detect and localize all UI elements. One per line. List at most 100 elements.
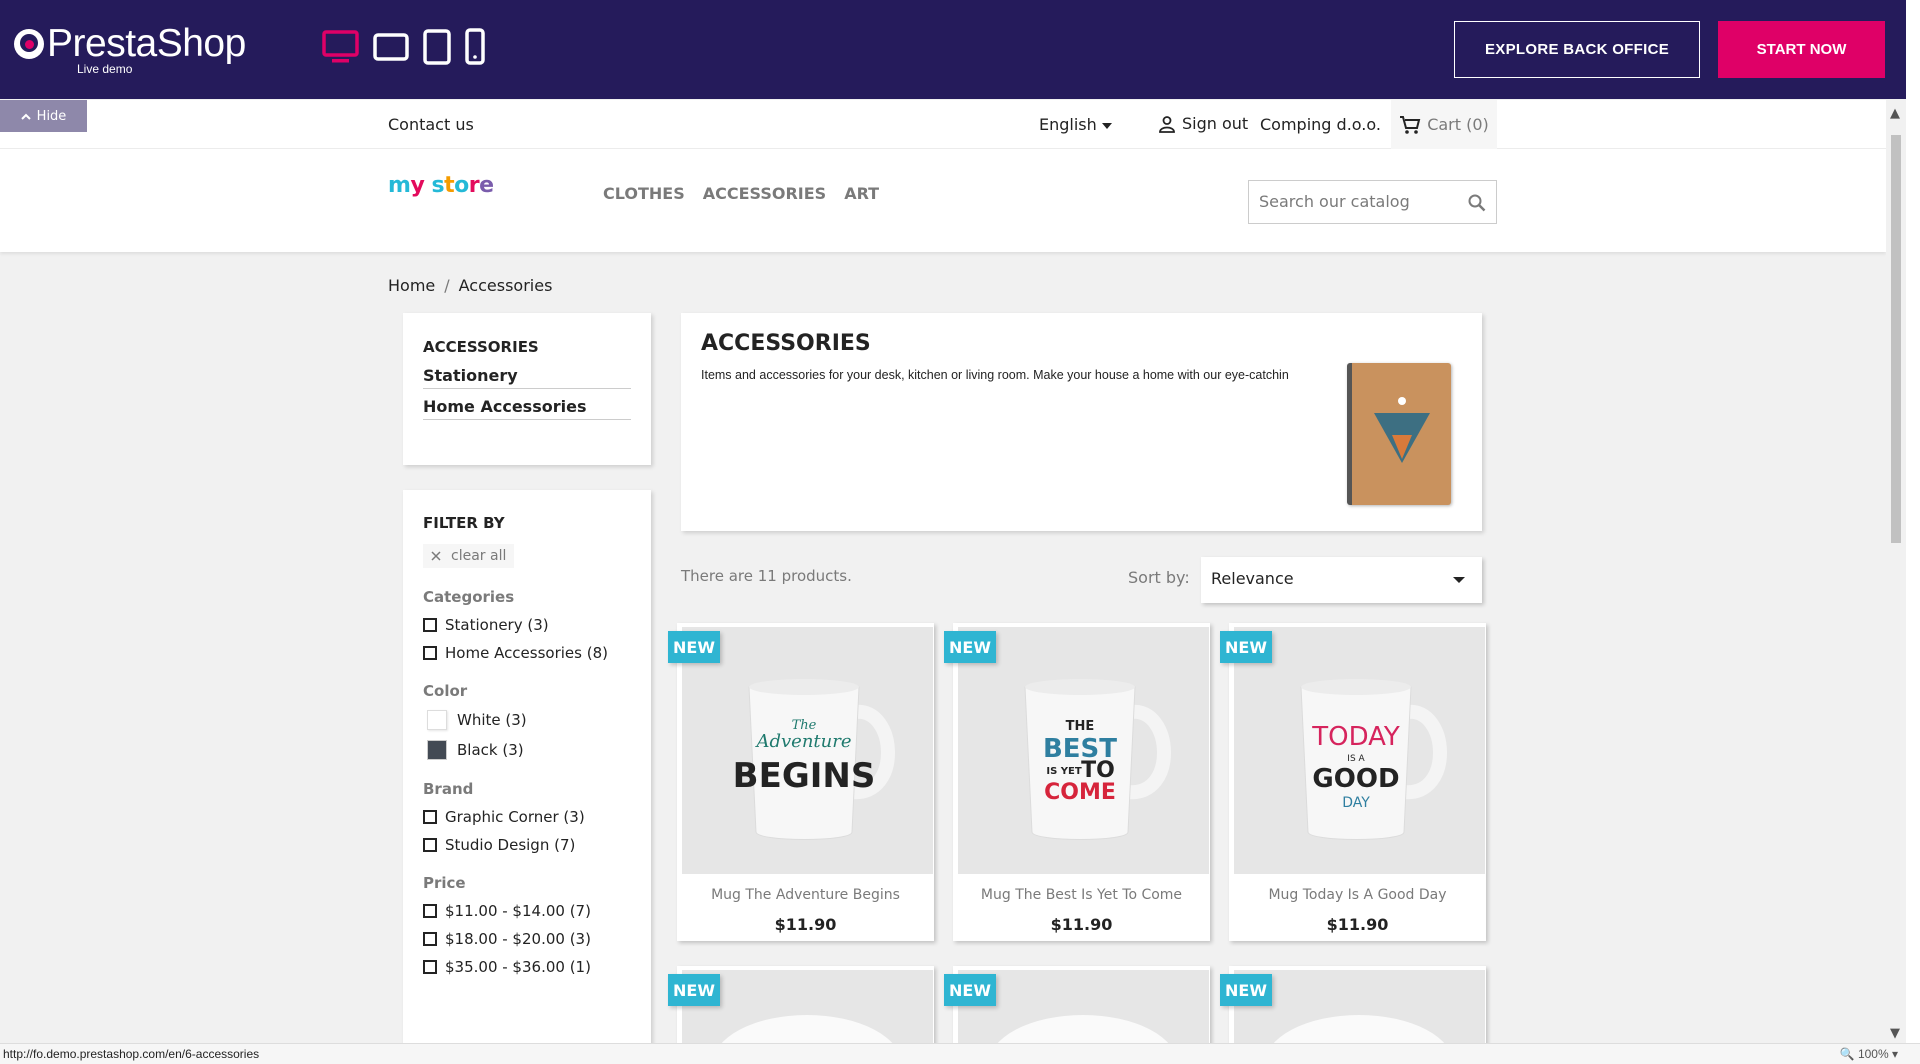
- close-icon: [431, 551, 441, 561]
- account-name-link[interactable]: Comping d.o.o.: [1260, 115, 1381, 134]
- sort-by-label: Sort by:: [1128, 568, 1190, 587]
- mug-text: IS YET: [1046, 766, 1081, 777]
- caret-down-icon: [1453, 577, 1465, 583]
- scroll-up-icon[interactable]: ▲: [1890, 106, 1900, 121]
- sort-select[interactable]: Relevance: [1201, 557, 1482, 603]
- menu-item-art[interactable]: ART: [844, 184, 879, 203]
- mug-text: THE: [1066, 719, 1095, 734]
- product-thumbnail[interactable]: THE BEST IS YET TO COME: [958, 627, 1209, 874]
- facet-option[interactable]: Studio Design (7): [423, 836, 631, 854]
- status-url: http://fo.demo.prestashop.com/en/6-acces…: [3, 1047, 260, 1061]
- new-badge: NEW: [668, 974, 720, 1006]
- product-name[interactable]: Mug The Best Is Yet To Come: [953, 887, 1210, 903]
- mug-text: BEGINS: [733, 756, 876, 796]
- product-card[interactable]: TODAY IS A GOOD DAY Mug Today Is A Good …: [1229, 623, 1486, 941]
- checkbox[interactable]: [423, 960, 437, 974]
- category-tree-block: ACCESSORIES Stationery Home Accessories: [403, 313, 651, 465]
- vertical-scrollbar[interactable]: ▲ ▼: [1886, 100, 1906, 1045]
- facet-option-label: $18.00 - $20.00 (3): [445, 930, 591, 948]
- mug-text: COME: [1044, 780, 1116, 805]
- clear-all-label: clear all: [451, 548, 507, 564]
- facet-option-label: Graphic Corner (3): [445, 808, 585, 826]
- contact-us-link[interactable]: Contact us: [388, 115, 474, 134]
- checkbox[interactable]: [423, 838, 437, 852]
- facet-option[interactable]: White (3): [423, 710, 631, 730]
- header-top: my store CLOTHES ACCESSORIES ART: [0, 149, 1886, 252]
- facet-option-label: $35.00 - $36.00 (1): [445, 958, 591, 976]
- store-logo[interactable]: my store: [388, 173, 494, 198]
- language-label: English: [1039, 115, 1097, 134]
- tablet-portrait-icon[interactable]: [423, 28, 451, 65]
- mug-text: TODAY: [1311, 722, 1400, 752]
- mug-text: Adventure: [754, 731, 851, 752]
- facet-option[interactable]: Home Accessories (8): [423, 644, 631, 662]
- mobile-icon[interactable]: [465, 28, 485, 65]
- main-menu: CLOTHES ACCESSORIES ART: [603, 184, 879, 203]
- checkbox[interactable]: [423, 810, 437, 824]
- facet-title-brand: Brand: [423, 780, 474, 798]
- breadcrumb-separator: /: [444, 276, 450, 295]
- explore-back-office-button[interactable]: EXPLORE BACK OFFICE: [1454, 21, 1700, 78]
- category-tree-item-home-accessories[interactable]: Home Accessories: [423, 397, 631, 420]
- checkbox[interactable]: [423, 646, 437, 660]
- menu-item-accessories[interactable]: ACCESSORIES: [703, 184, 826, 203]
- cart-link[interactable]: Cart (0): [1391, 100, 1497, 149]
- checkbox[interactable]: [423, 618, 437, 632]
- cart-label: Cart (0): [1427, 115, 1489, 134]
- clear-all-filters-button[interactable]: clear all: [423, 544, 515, 568]
- color-swatch-white[interactable]: [427, 710, 447, 730]
- fox-notebook-illustration: [1374, 397, 1430, 463]
- mug-best-image: THE BEST IS YET TO COME: [1024, 679, 1171, 840]
- product-card[interactable]: The Adventure BEGINS Mug The Adventure B…: [677, 623, 934, 941]
- facet-option[interactable]: $18.00 - $20.00 (3): [423, 930, 631, 948]
- new-badge: NEW: [944, 631, 996, 663]
- product-name[interactable]: Mug The Adventure Begins: [677, 887, 934, 903]
- language-selector[interactable]: English: [1039, 115, 1112, 134]
- category-description: Items and accessories for your desk, kit…: [701, 368, 1289, 382]
- facet-option-label: White (3): [457, 711, 527, 729]
- product-card[interactable]: THE BEST IS YET TO COME Mug The Best Is …: [953, 623, 1210, 941]
- new-badge: NEW: [668, 631, 720, 663]
- new-badge: NEW: [1220, 974, 1272, 1006]
- breadcrumb-home[interactable]: Home: [388, 276, 435, 295]
- demo-top-bar: PrestaShop Live demo EXPLORE BACK OFFICE…: [0, 0, 1920, 99]
- device-switcher: [322, 28, 485, 65]
- facet-option-label: Black (3): [457, 741, 524, 759]
- mug-today-image: TODAY IS A GOOD DAY: [1300, 679, 1447, 840]
- product-thumbnail[interactable]: The Adventure BEGINS: [682, 627, 933, 874]
- facet-option[interactable]: $35.00 - $36.00 (1): [423, 958, 631, 976]
- product-name[interactable]: Mug Today Is A Good Day: [1229, 887, 1486, 903]
- zoom-level[interactable]: 🔍 100% ▾: [1840, 1047, 1898, 1061]
- scroll-down-icon[interactable]: ▼: [1890, 1026, 1900, 1041]
- scrollbar-thumb[interactable]: [1891, 135, 1901, 543]
- facet-option-label: Studio Design (7): [445, 836, 576, 854]
- facet-option[interactable]: $11.00 - $14.00 (7): [423, 902, 631, 920]
- checkbox[interactable]: [423, 932, 437, 946]
- color-swatch-black[interactable]: [427, 740, 447, 760]
- checkbox[interactable]: [423, 904, 437, 918]
- prestashop-puffin-icon: [14, 29, 44, 59]
- start-now-button[interactable]: START NOW: [1718, 21, 1885, 78]
- product-price: $11.90: [1326, 915, 1389, 934]
- search-input[interactable]: [1249, 181, 1449, 221]
- facet-option[interactable]: Graphic Corner (3): [423, 808, 631, 826]
- sign-out-link[interactable]: Sign out: [1158, 114, 1248, 133]
- tablet-landscape-icon[interactable]: [373, 32, 409, 61]
- facet-option-label: $11.00 - $14.00 (7): [445, 902, 591, 920]
- search-icon[interactable]: [1468, 194, 1486, 212]
- hide-demo-bar-button[interactable]: Hide: [0, 100, 87, 132]
- sort-selected-value: Relevance: [1211, 569, 1294, 588]
- menu-item-clothes[interactable]: CLOTHES: [603, 184, 685, 203]
- prestashop-logo[interactable]: PrestaShop Live demo: [14, 24, 246, 76]
- mug-adventure-image: The Adventure BEGINS: [733, 679, 895, 840]
- facet-option[interactable]: Black (3): [423, 740, 631, 760]
- cart-icon: [1400, 115, 1421, 134]
- breadcrumb-accessories[interactable]: Accessories: [459, 276, 553, 295]
- filter-by-title: FILTER BY: [423, 514, 505, 532]
- desktop-icon[interactable]: [322, 29, 359, 64]
- facet-option[interactable]: Stationery (3): [423, 616, 631, 634]
- new-badge: NEW: [1220, 631, 1272, 663]
- category-tree-item-stationery[interactable]: Stationery: [423, 366, 631, 389]
- product-thumbnail[interactable]: TODAY IS A GOOD DAY: [1234, 627, 1485, 874]
- category-tree-title[interactable]: ACCESSORIES: [423, 338, 631, 356]
